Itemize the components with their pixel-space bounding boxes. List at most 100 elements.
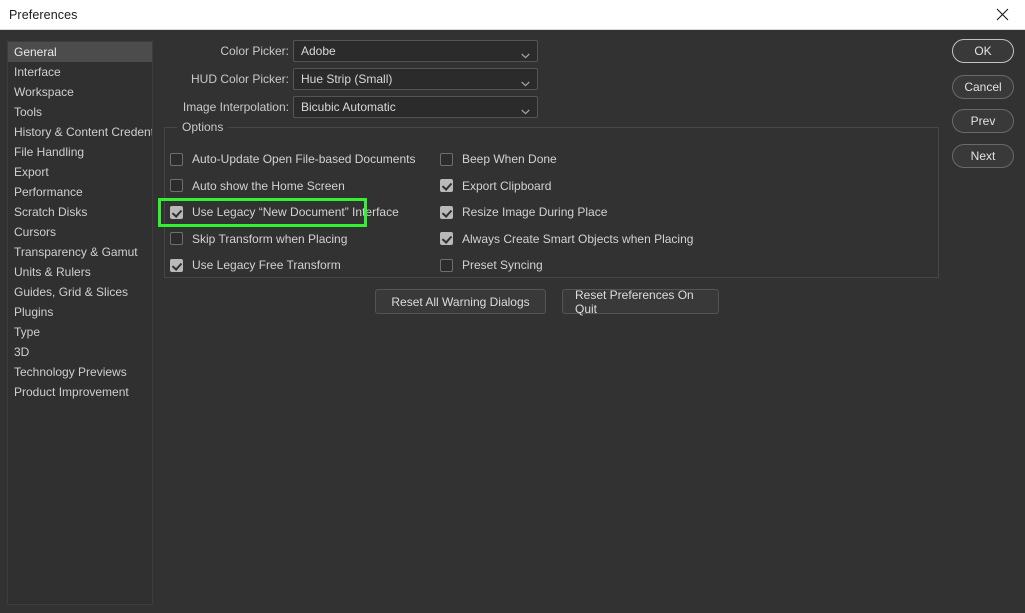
sidebar-item-technology-previews[interactable]: Technology Previews xyxy=(8,362,152,382)
checkbox-unchecked-icon[interactable] xyxy=(170,179,183,192)
checkbox-skip-transform-when-placing[interactable]: Skip Transform when Placing xyxy=(170,229,347,249)
chevron-down-icon xyxy=(521,104,530,118)
sidebar-item-label: General xyxy=(14,45,57,59)
sidebar-item-label: Export xyxy=(14,165,49,179)
chevron-down-icon xyxy=(521,48,530,62)
checkbox-label: Auto show the Home Screen xyxy=(192,178,345,193)
sidebar-item-units-rulers[interactable]: Units & Rulers xyxy=(8,262,152,282)
checkbox-unchecked-icon[interactable] xyxy=(170,152,183,166)
sidebar-item-label: File Handling xyxy=(14,145,85,159)
sidebar-item-label: Transparency & Gamut xyxy=(14,245,138,259)
close-icon xyxy=(996,8,1009,21)
sidebar-item-interface[interactable]: Interface xyxy=(8,62,152,82)
checkbox-unchecked-icon[interactable] xyxy=(440,258,453,272)
select-image-interpolation[interactable]: Bicubic Automatic xyxy=(293,96,538,118)
sidebar-item-file-handling[interactable]: File Handling xyxy=(8,142,152,162)
select-color-picker[interactable]: Adobe xyxy=(293,40,538,62)
checkbox-label: Resize Image During Place xyxy=(462,205,608,219)
button-label: OK xyxy=(974,44,992,58)
form-label: HUD Color Picker: xyxy=(190,72,289,86)
sidebar-item-label: Product Improvement xyxy=(14,385,129,399)
sidebar-item-label: Type xyxy=(14,325,41,339)
checkbox-preset-syncing[interactable]: Preset Syncing xyxy=(440,255,543,275)
options-group-legend: Options xyxy=(177,120,229,134)
sidebar-item-plugins[interactable]: Plugins xyxy=(8,302,152,322)
checkbox-label: Use Legacy Free Transform xyxy=(192,258,341,272)
checkbox-label: Auto-Update Open File-based Documents xyxy=(192,152,416,166)
sidebar-item-tools[interactable]: Tools xyxy=(8,102,152,122)
select-value: Bicubic Automatic xyxy=(301,100,396,114)
window-title: Preferences xyxy=(9,8,78,22)
checkbox-label: Beep When Done xyxy=(462,152,557,166)
checkbox-beep-when-done[interactable]: Beep When Done xyxy=(440,149,557,169)
preferences-dialog-body: General Interface Workspace Tools History & … xyxy=(0,30,1025,613)
category-list[interactable]: General Interface Workspace Tools History & … xyxy=(7,41,153,605)
close-button[interactable] xyxy=(979,0,1025,29)
checkbox-unchecked-icon[interactable] xyxy=(170,232,183,245)
sidebar-item-label: 3D xyxy=(14,345,30,359)
sidebar-item-label: Plugins xyxy=(14,305,54,319)
select-value: Hue Strip (Small) xyxy=(301,72,393,86)
sidebar-item-label: Units & Rulers xyxy=(14,265,91,279)
checkbox-use-legacy-new-document-interface[interactable]: Use Legacy “New Document” Interface xyxy=(170,202,399,222)
checkbox-always-create-smart-objects-when-placing[interactable]: Always Create Smart Objects when Placing xyxy=(440,229,693,249)
button-reset-all-warning-dialogs[interactable]: Reset All Warning Dialogs xyxy=(375,289,546,314)
button-label: Reset All Warning Dialogs xyxy=(391,294,530,309)
button-label: Reset Preferences On Quit xyxy=(575,287,694,316)
checkbox-auto-update-open-file-based-documents[interactable]: Auto-Update Open File-based Documents xyxy=(170,149,415,169)
checkbox-label: Preset Syncing xyxy=(462,258,543,272)
checkbox-label: Use Legacy “New Document” Interface xyxy=(192,205,399,219)
checkbox-checked-icon[interactable] xyxy=(170,205,183,219)
checkbox-label: Skip Transform when Placing xyxy=(192,231,348,246)
form-label: Image Interpolation: xyxy=(182,100,289,114)
checkbox-use-legacy-free-transform[interactable]: Use Legacy Free Transform xyxy=(170,255,341,275)
sidebar-item-guides-grid-slices[interactable]: Guides, Grid & Slices xyxy=(8,282,152,302)
sidebar-item-cursors[interactable]: Cursors xyxy=(8,222,152,242)
sidebar-item-label: Interface xyxy=(14,65,61,79)
sidebar-item-general[interactable]: General xyxy=(8,42,152,62)
button-ok[interactable]: OK xyxy=(952,39,1014,63)
checkbox-unchecked-icon[interactable] xyxy=(440,152,453,166)
checkbox-checked-icon[interactable] xyxy=(170,258,183,272)
sidebar-item-transparency-gamut[interactable]: Transparency & Gamut xyxy=(8,242,152,262)
sidebar-item-export[interactable]: Export xyxy=(8,162,152,182)
select-hud-color-picker[interactable]: Hue Strip (Small) xyxy=(293,68,538,90)
form-row: Color Picker: Adobe xyxy=(170,40,538,62)
sidebar-item-label: Technology Previews xyxy=(14,365,127,379)
sidebar-item-label: Workspace xyxy=(14,85,74,99)
sidebar-item-workspace[interactable]: Workspace xyxy=(8,82,152,102)
button-label: Cancel xyxy=(964,80,1002,94)
button-reset-preferences-on-quit[interactable]: Reset Preferences On Quit xyxy=(562,287,719,316)
sidebar-item-product-improvement[interactable]: Product Improvement xyxy=(8,382,152,402)
sidebar-item-3d[interactable]: 3D xyxy=(8,342,152,362)
checkbox-auto-show-the-home-screen[interactable]: Auto show the Home Screen xyxy=(170,176,345,196)
form-label: Color Picker: xyxy=(220,44,289,58)
checkbox-resize-image-during-place[interactable]: Resize Image During Place xyxy=(440,202,607,222)
button-prev[interactable]: Prev xyxy=(952,109,1014,133)
sidebar-item-label: Tools xyxy=(14,105,43,119)
sidebar-item-label: Cursors xyxy=(14,225,57,239)
button-label: Next xyxy=(970,149,996,163)
form-row: Image Interpolation: Bicubic Automatic xyxy=(170,96,538,118)
sidebar-item-type[interactable]: Type xyxy=(8,322,152,342)
checkbox-checked-icon[interactable] xyxy=(440,232,453,245)
sidebar-item-label: Performance xyxy=(14,185,83,199)
checkbox-checked-icon[interactable] xyxy=(440,179,453,192)
form-row: HUD Color Picker: Hue Strip (Small) xyxy=(170,68,538,90)
button-label: Prev xyxy=(970,114,996,128)
button-next[interactable]: Next xyxy=(952,144,1014,168)
sidebar-item-performance[interactable]: Performance xyxy=(8,182,152,202)
sidebar-item-label: Scratch Disks xyxy=(14,205,88,219)
checkbox-label: Always Create Smart Objects when Placing xyxy=(462,231,694,246)
button-cancel[interactable]: Cancel xyxy=(952,75,1014,99)
window-titlebar: Preferences xyxy=(0,0,1025,30)
checkbox-checked-icon[interactable] xyxy=(440,205,453,219)
chevron-down-icon xyxy=(521,76,530,90)
sidebar-item-label: Guides, Grid & Slices xyxy=(14,285,129,299)
sidebar-item-scratch-disks[interactable]: Scratch Disks xyxy=(8,202,152,222)
checkbox-export-clipboard[interactable]: Export Clipboard xyxy=(440,176,551,196)
sidebar-item-label: History & Content Credentials xyxy=(14,125,152,139)
sidebar-item-history-content-credentials[interactable]: History & Content Credentials xyxy=(8,122,152,142)
select-value: Adobe xyxy=(301,44,336,58)
checkbox-label: Export Clipboard xyxy=(462,178,552,193)
